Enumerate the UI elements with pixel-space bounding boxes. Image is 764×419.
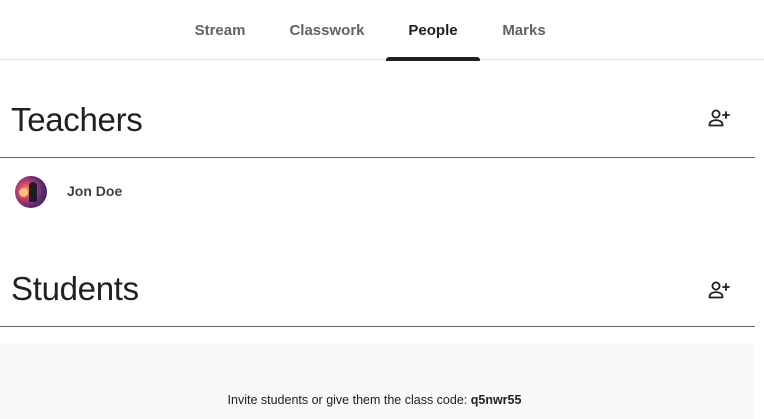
top-navigation: Stream Classwork People Marks <box>0 0 764 61</box>
invite-message: Invite students or give them the class c… <box>0 393 749 407</box>
tab-classwork-label: Classwork <box>289 21 365 39</box>
teacher-avatar <box>15 176 47 208</box>
tab-stream[interactable]: Stream <box>180 0 260 60</box>
tab-marks-label: Marks <box>502 21 546 39</box>
invite-students-panel: Invite students or give them the class c… <box>0 343 755 419</box>
invite-text: Invite students or give them the class c… <box>227 393 468 407</box>
students-divider <box>0 326 755 327</box>
tab-people-label: People <box>408 21 458 39</box>
teacher-name: Jon Doe <box>67 183 123 199</box>
invite-student-button[interactable] <box>705 276 733 304</box>
avatar-figure <box>29 182 37 202</box>
tab-people[interactable]: People <box>386 0 480 61</box>
avatar-light <box>19 188 28 197</box>
tab-marks[interactable]: Marks <box>494 0 554 60</box>
teacher-list-item[interactable]: Jon Doe <box>0 170 755 214</box>
active-tab-indicator <box>386 57 480 61</box>
tab-classwork[interactable]: Classwork <box>278 0 376 60</box>
class-code: q5nwr55 <box>470 393 522 407</box>
teachers-divider <box>0 157 755 158</box>
person-add-icon <box>708 109 730 127</box>
tab-stream-label: Stream <box>194 21 246 39</box>
invite-teacher-button[interactable] <box>705 104 733 132</box>
person-add-icon <box>708 281 730 299</box>
students-heading: Students <box>11 270 139 307</box>
teachers-heading: Teachers <box>11 101 143 138</box>
